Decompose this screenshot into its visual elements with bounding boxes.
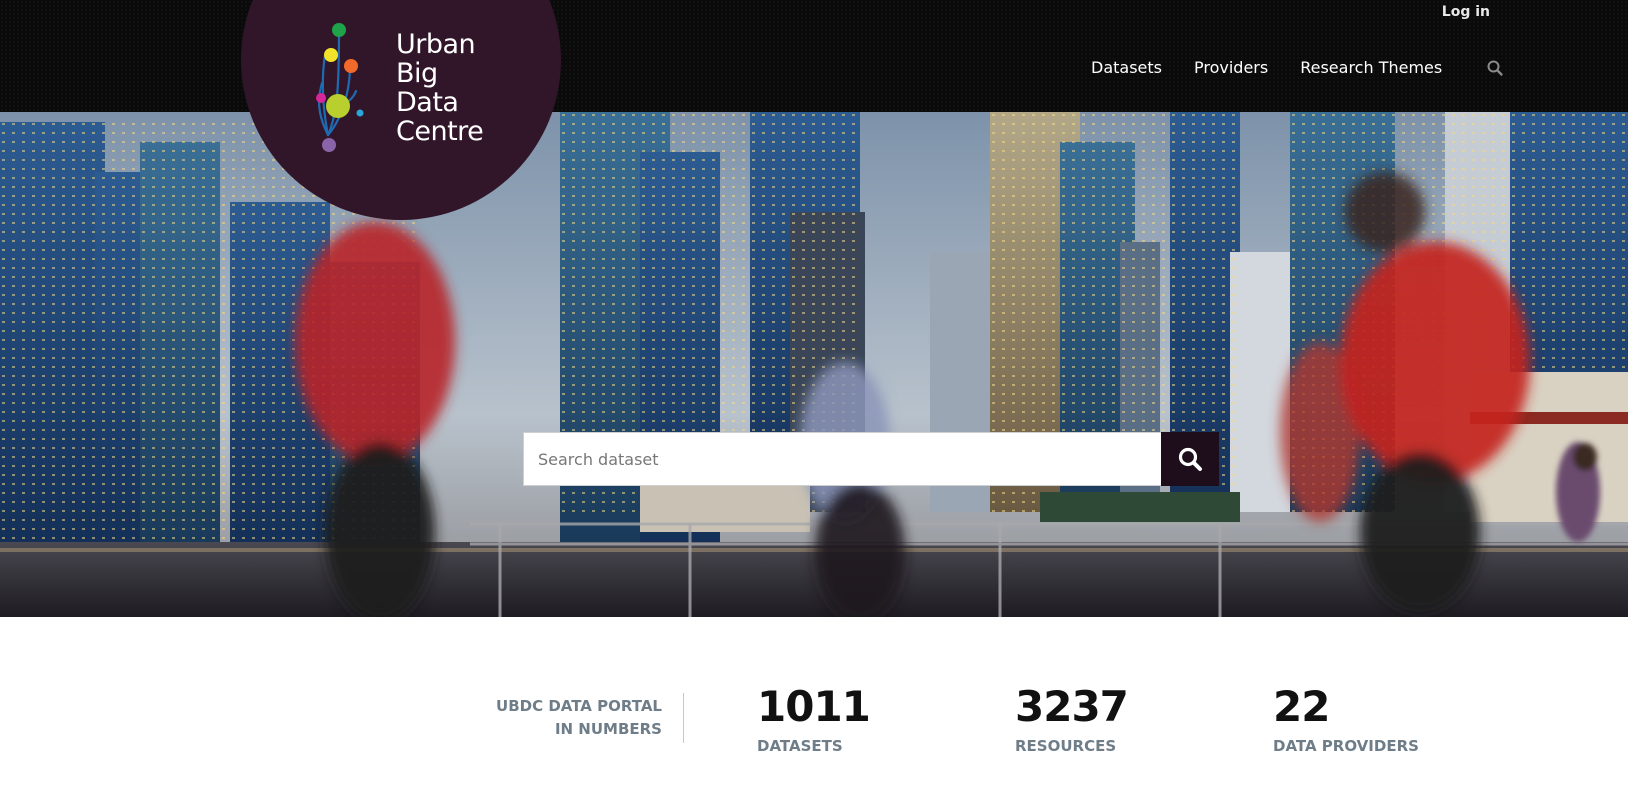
nav-providers[interactable]: Providers xyxy=(1194,58,1268,77)
stat-data-providers[interactable]: 22 DATA PROVIDERS xyxy=(1273,682,1419,756)
search-icon xyxy=(1178,447,1202,471)
main-nav: Datasets Providers Research Themes xyxy=(1091,58,1504,77)
hero-banner xyxy=(0,112,1628,617)
stat-providers-label: DATA PROVIDERS xyxy=(1273,737,1419,755)
nav-datasets[interactable]: Datasets xyxy=(1091,58,1162,77)
login-link[interactable]: Log in xyxy=(1442,4,1490,20)
stat-resources-label: RESOURCES xyxy=(1015,737,1117,755)
stat-resources[interactable]: 3237 RESOURCES xyxy=(1015,682,1129,756)
nav-research-themes[interactable]: Research Themes xyxy=(1300,58,1442,77)
stats-heading-line1: UBDC DATA PORTAL xyxy=(496,697,662,715)
stat-datasets-value: 1011 xyxy=(757,682,871,731)
logo-word-centre: Centre xyxy=(396,116,484,147)
stat-datasets[interactable]: 1011 DATASETS xyxy=(757,682,871,756)
stat-resources-value: 3237 xyxy=(1015,682,1129,731)
stat-datasets-label: DATASETS xyxy=(757,737,843,755)
logo-word-big: Big xyxy=(396,58,438,89)
dataset-search-input[interactable] xyxy=(523,432,1161,486)
logo-mark-icon[interactable] xyxy=(309,20,391,156)
logo-word-data: Data xyxy=(396,87,459,118)
stats-heading-line2: IN NUMBERS xyxy=(554,720,662,738)
search-icon[interactable] xyxy=(1486,59,1504,77)
logo-word-urban: Urban xyxy=(396,29,476,60)
stats-divider xyxy=(683,693,684,743)
dataset-search-form xyxy=(523,432,1219,486)
logo-wordmark[interactable]: Urban Big Data Centre xyxy=(396,29,484,147)
stat-providers-value: 22 xyxy=(1273,682,1330,731)
search-submit-button[interactable] xyxy=(1161,432,1219,486)
stats-heading: UBDC DATA PORTAL IN NUMBERS xyxy=(462,695,662,741)
city-skyline-image xyxy=(0,112,1628,617)
portal-statistics: UBDC DATA PORTAL IN NUMBERS 1011 DATASET… xyxy=(0,617,1628,803)
